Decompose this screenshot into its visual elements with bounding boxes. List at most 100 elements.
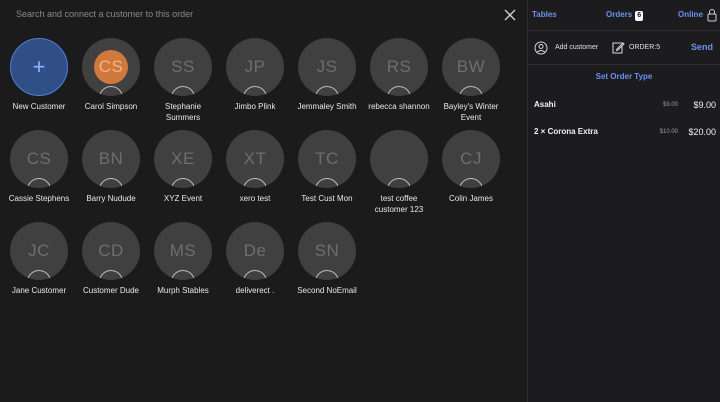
customer-panel: Search and connect a customer to this or… — [0, 0, 527, 402]
order-panel: Tables Orders 6 Online Add customer ORDER… — [528, 0, 720, 402]
person-silhouette-icon — [315, 270, 339, 280]
tab-orders-label: Orders — [606, 10, 633, 19]
customer-card[interactable]: TC Test Cust Mon — [292, 130, 362, 204]
send-button[interactable]: Send — [691, 42, 713, 52]
customer-avatar: XT — [226, 130, 284, 188]
customer-initials: De — [243, 241, 267, 260]
customer-card[interactable]: SN Second NoEmail — [292, 222, 362, 296]
tab-orders[interactable]: Orders 6 — [606, 10, 644, 21]
person-silhouette-icon — [27, 178, 51, 188]
close-icon[interactable] — [502, 7, 518, 23]
add-customer-button[interactable]: Add customer — [555, 44, 598, 51]
item-unit-price: $10.00 — [659, 129, 678, 135]
user-icon[interactable] — [534, 41, 548, 55]
customer-name: Jimbo Plink — [234, 102, 276, 111]
customer-name: Jane Customer — [11, 286, 67, 295]
customer-name: Second NoEmail — [297, 286, 357, 295]
customer-name: Barry Nudude — [86, 194, 136, 203]
customer-card[interactable]: CJ Colin James — [436, 130, 506, 204]
customer-name: Cassie Stephens — [8, 194, 70, 203]
customer-avatar: CD — [82, 222, 140, 280]
customer-initials: CJ — [460, 149, 482, 168]
orders-count-badge: 6 — [635, 11, 644, 21]
customer-initials: BW — [456, 57, 486, 76]
person-silhouette-icon — [171, 178, 195, 188]
person-silhouette-icon — [243, 86, 267, 96]
customer-card[interactable]: JS Jemmaley Smith — [292, 38, 362, 112]
customer-card[interactable]: RS rebecca shannon — [364, 38, 434, 112]
item-name: 2 × Corona Extra — [534, 127, 598, 136]
person-silhouette-icon — [459, 86, 483, 96]
new-customer-button[interactable]: + New Customer — [4, 38, 74, 112]
customer-initials: JP — [244, 57, 266, 76]
customer-card[interactable]: JP Jimbo Plink — [220, 38, 290, 112]
customer-avatar: CS — [10, 130, 68, 188]
lock-icon[interactable] — [707, 8, 717, 22]
customer-name: Test Cust Mon — [301, 194, 353, 203]
customer-avatar: De — [226, 222, 284, 280]
tab-tables[interactable]: Tables — [532, 10, 557, 19]
customer-avatar: MS — [154, 222, 212, 280]
edit-icon[interactable] — [612, 41, 625, 54]
customer-avatar: JS — [298, 38, 356, 96]
customer-card[interactable]: MS Murph Stables — [148, 222, 218, 296]
item-unit-price: $9.00 — [662, 102, 678, 108]
customer-name: Customer Dude — [82, 286, 140, 295]
customer-card[interactable]: CD Customer Dude — [76, 222, 146, 296]
add-icon: + — [10, 38, 68, 96]
order-line-item[interactable]: Asahi $9.00 $9.00 — [528, 100, 720, 114]
customer-avatar: BW — [442, 38, 500, 96]
customer-initials: CD — [98, 241, 124, 260]
order-line-item[interactable]: 2 × Corona Extra $10.00 $20.00 — [528, 127, 720, 141]
customer-card[interactable]: CS Cassie Stephens — [4, 130, 74, 204]
customer-avatar: SN — [298, 222, 356, 280]
person-silhouette-icon — [315, 86, 339, 96]
customer-name: Colin James — [448, 194, 493, 203]
customer-card[interactable]: XT xero test — [220, 130, 290, 204]
customer-avatar — [370, 130, 428, 188]
person-silhouette-icon — [315, 178, 339, 188]
customer-avatar: JC — [10, 222, 68, 280]
customer-avatar: CS — [82, 38, 140, 96]
customer-avatar: SS — [154, 38, 212, 96]
customer-initials: CS — [26, 149, 52, 168]
customer-card[interactable]: CS Carol Simpson — [76, 38, 146, 112]
person-silhouette-icon — [27, 270, 51, 280]
customer-card[interactable]: test coffee customer 123 — [364, 130, 434, 215]
order-number[interactable]: ORDER:5 — [629, 44, 660, 51]
customer-card[interactable]: XE XYZ Event — [148, 130, 218, 204]
customer-name: test coffee customer 123 — [374, 194, 424, 214]
customer-card[interactable]: De deliverect . — [220, 222, 290, 296]
customer-avatar: XE — [154, 130, 212, 188]
set-order-type-button[interactable]: Set Order Type — [528, 72, 720, 81]
search-input[interactable]: Search and connect a customer to this or… — [16, 9, 193, 19]
customer-initials: XT — [243, 149, 267, 168]
customer-name: Stephanie Summers — [164, 102, 202, 122]
customer-initials: SN — [314, 241, 340, 260]
customer-name: New Customer — [12, 102, 66, 111]
customer-initials: BN — [98, 149, 124, 168]
tab-online[interactable]: Online — [678, 10, 703, 19]
customer-avatar: JP — [226, 38, 284, 96]
customer-card[interactable]: JC Jane Customer — [4, 222, 74, 296]
customer-card[interactable]: SS Stephanie Summers — [148, 38, 218, 123]
person-silhouette-icon — [387, 178, 411, 188]
customer-initials: JS — [316, 57, 338, 76]
customer-name: deliverect . — [235, 286, 275, 295]
customer-avatar: BN — [82, 130, 140, 188]
customer-card[interactable]: BW Bayley's Winter Event — [436, 38, 506, 123]
customer-name: Carol Simpson — [84, 102, 138, 111]
customer-initials: CS — [98, 57, 124, 76]
actions-separator — [528, 64, 720, 65]
customer-card[interactable]: BN Barry Nudude — [76, 130, 146, 204]
person-silhouette-icon — [99, 270, 123, 280]
person-silhouette-icon — [459, 178, 483, 188]
person-silhouette-icon — [99, 178, 123, 188]
customer-initials: RS — [386, 57, 412, 76]
customer-avatar: TC — [298, 130, 356, 188]
customer-name: Jemmaley Smith — [297, 102, 357, 111]
person-silhouette-icon — [387, 86, 411, 96]
customer-initials: TC — [315, 149, 339, 168]
customer-initials: JC — [28, 241, 50, 260]
person-silhouette-icon — [99, 86, 123, 96]
